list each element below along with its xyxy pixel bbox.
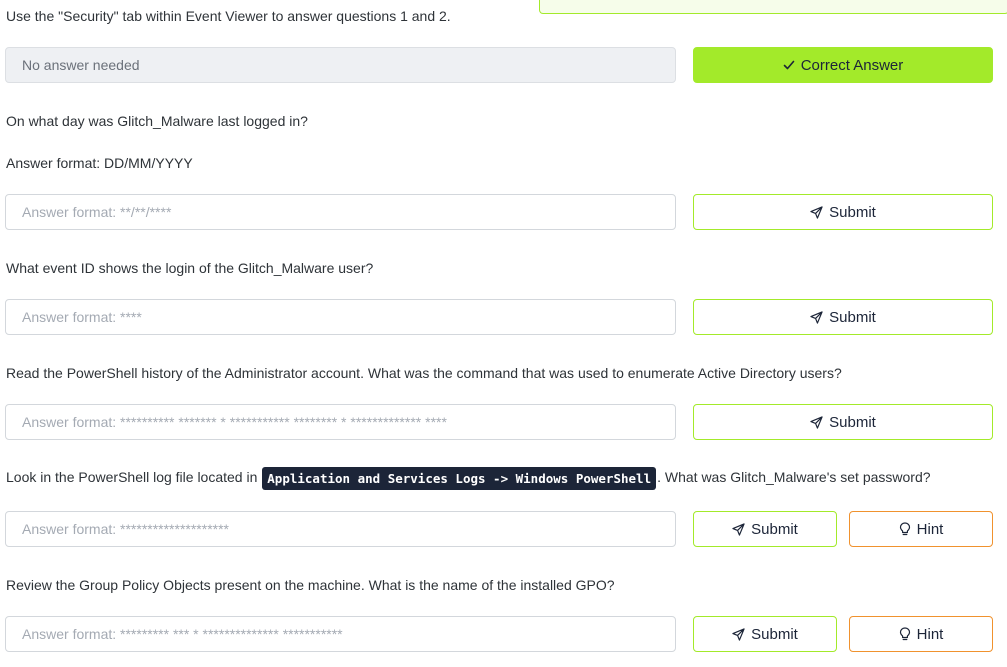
check-icon (783, 59, 795, 71)
paper-plane-icon (810, 310, 823, 324)
submit-button-4[interactable]: Submit (693, 404, 993, 440)
question-5-text: Look in the PowerShell log file located … (6, 467, 931, 490)
question-6-text: Review the Group Policy Objects present … (6, 577, 615, 593)
answer-input-2[interactable] (5, 194, 676, 230)
previous-section-box (539, 0, 1007, 14)
submit-label: Submit (829, 203, 876, 221)
log-path-code: Application and Services Logs -> Windows… (262, 467, 657, 490)
submit-button-5[interactable]: Submit (693, 511, 837, 547)
lightbulb-icon (899, 522, 911, 536)
submit-label: Submit (751, 520, 798, 538)
correct-answer-button[interactable]: Correct Answer (693, 47, 993, 83)
correct-answer-label: Correct Answer (800, 56, 904, 74)
intro-text: Use the "Security" tab within Event View… (6, 8, 451, 24)
answer-input-4[interactable] (5, 404, 676, 440)
submit-button-2[interactable]: Submit (693, 194, 993, 230)
submit-button-6[interactable]: Submit (693, 616, 837, 652)
paper-plane-icon (732, 627, 745, 641)
lightbulb-icon (899, 627, 911, 641)
hint-button-6[interactable]: Hint (849, 616, 993, 652)
task-questions-panel: Use the "Security" tab within Event View… (0, 0, 1007, 667)
answer-input-5[interactable] (5, 511, 676, 547)
submit-button-3[interactable]: Submit (693, 299, 993, 335)
question-4-text: Read the PowerShell history of the Admin… (6, 365, 842, 381)
answer-input-1 (5, 47, 676, 83)
submit-label: Submit (829, 413, 876, 431)
question-5-text-before: Look in the PowerShell log file located … (6, 469, 258, 486)
submit-label: Submit (829, 308, 876, 326)
hint-button-5[interactable]: Hint (849, 511, 993, 547)
hint-label: Hint (916, 625, 944, 643)
question-2-format-note: Answer format: DD/MM/YYYY (6, 155, 193, 171)
paper-plane-icon (810, 205, 823, 219)
question-2-text: On what day was Glitch_Malware last logg… (6, 113, 308, 129)
paper-plane-icon (732, 522, 745, 536)
answer-input-3[interactable] (5, 299, 676, 335)
question-5-text-after: . What was Glitch_Malware's set password… (657, 469, 931, 486)
answer-input-6[interactable] (5, 616, 676, 652)
submit-label: Submit (751, 625, 798, 643)
hint-label: Hint (916, 520, 944, 538)
paper-plane-icon (810, 415, 823, 429)
question-3-text: What event ID shows the login of the Gli… (6, 260, 374, 276)
